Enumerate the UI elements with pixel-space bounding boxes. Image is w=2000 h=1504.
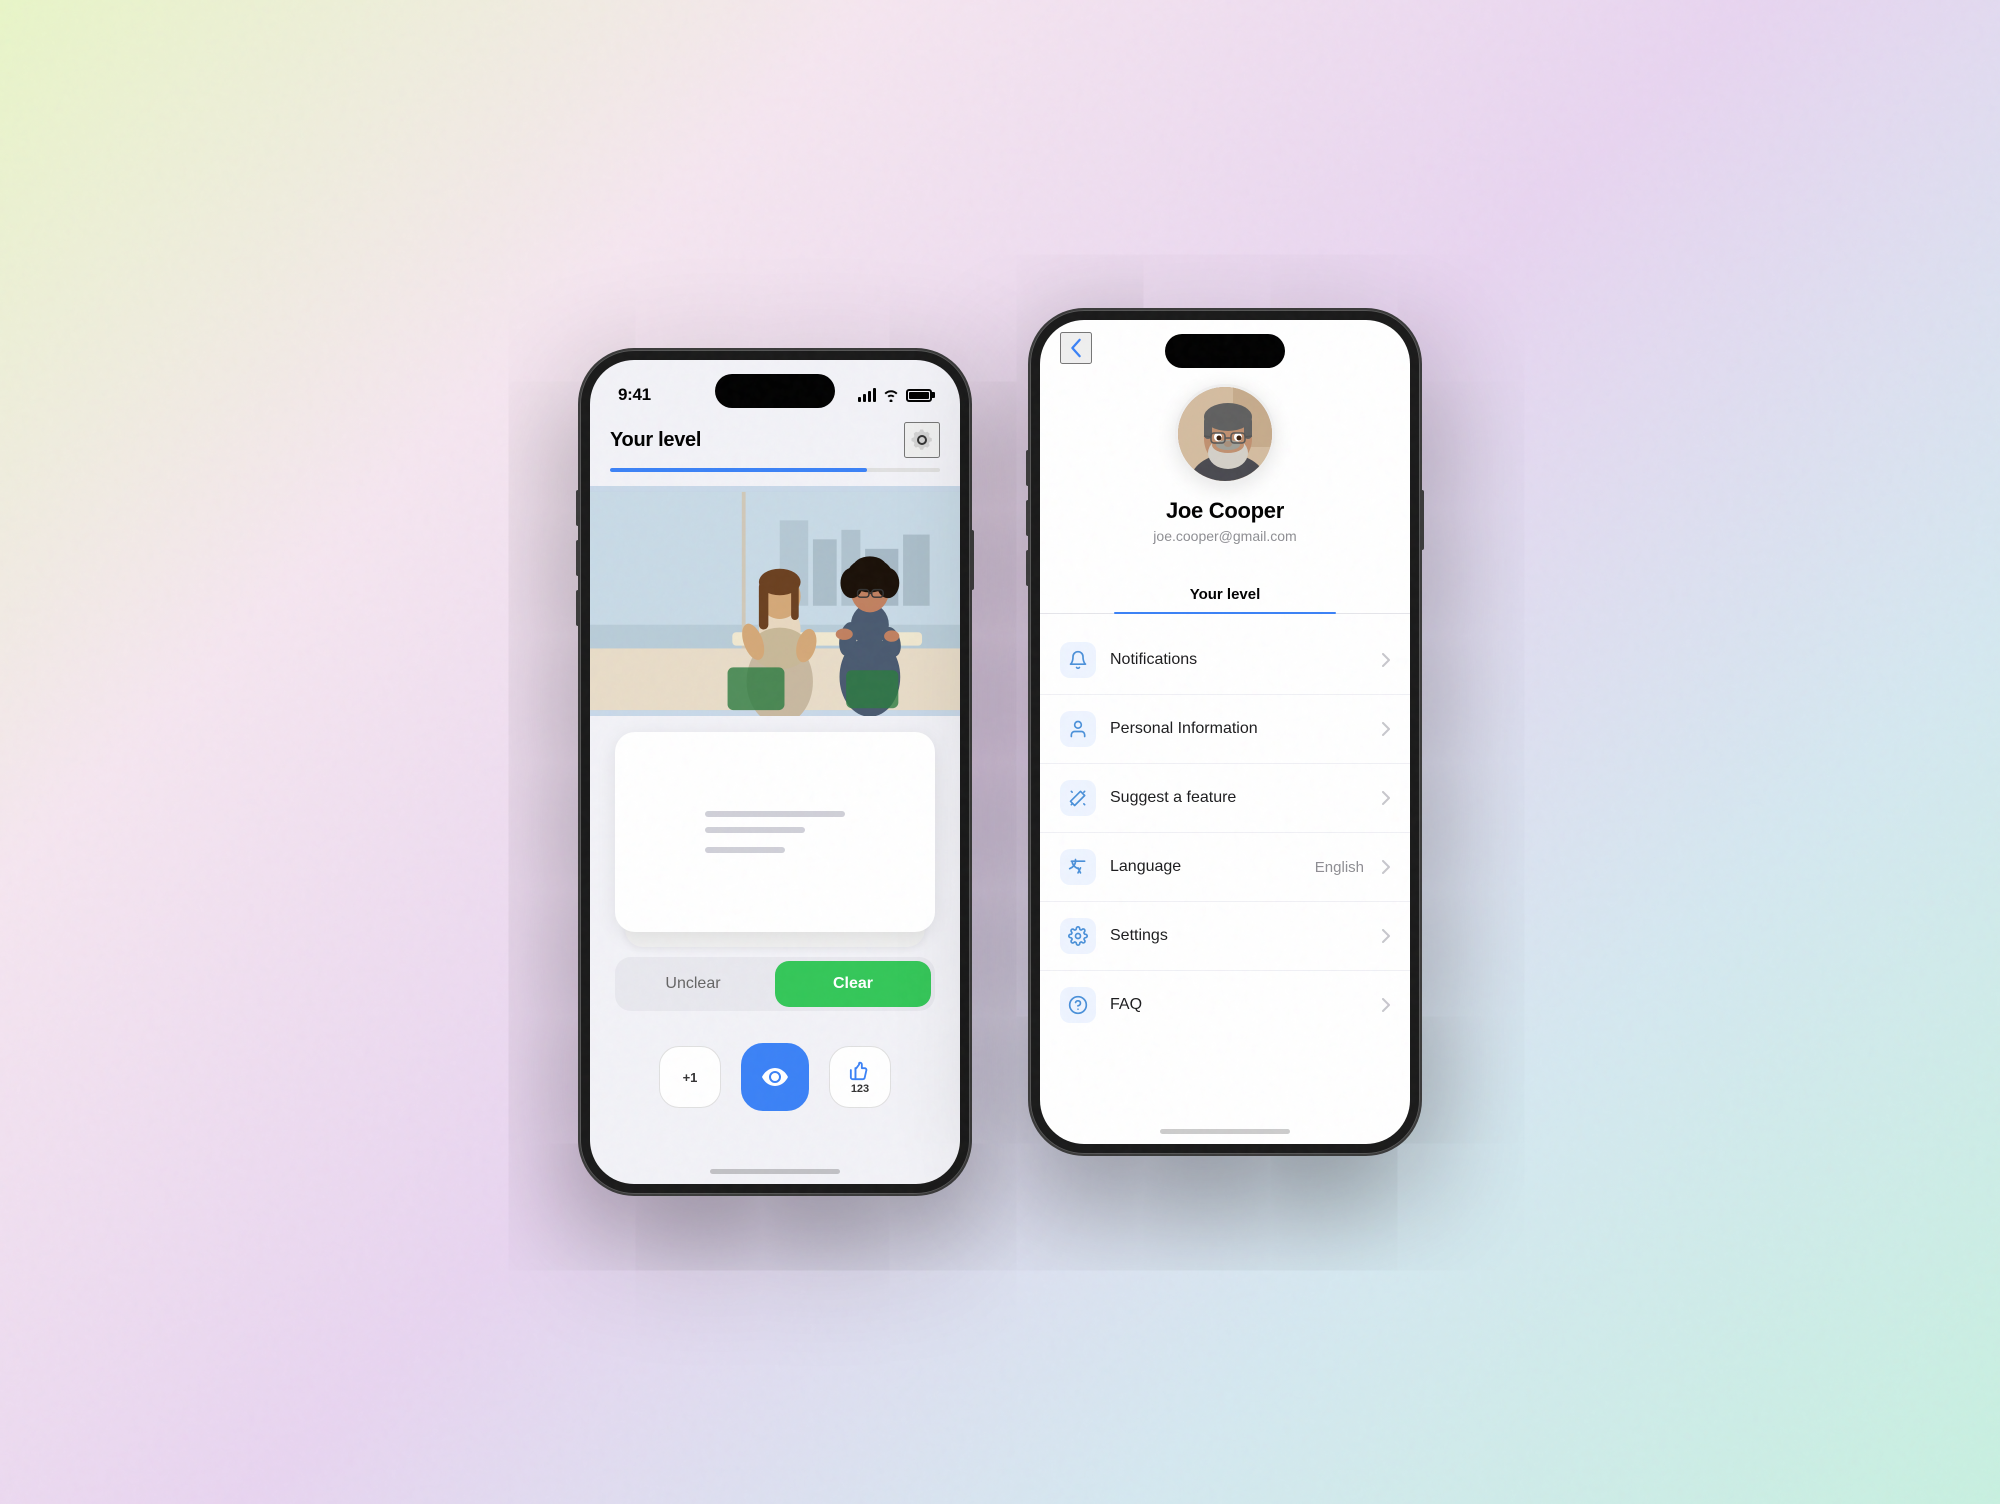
avatar-section: Joe Cooper joe.cooper@gmail.com [1040, 364, 1410, 560]
personal-info-icon-container [1060, 711, 1096, 747]
rating-row: Unclear Clear [615, 957, 935, 1011]
menu-list: Notifications Personal Information [1040, 614, 1410, 1051]
left-phone-screen: 9:41 Your level [590, 360, 960, 1184]
menu-item-language[interactable]: Language English [1040, 833, 1410, 902]
chevron-right-icon-2 [1382, 722, 1390, 736]
avatar-image [1178, 387, 1272, 481]
app-title: Your level [610, 429, 701, 452]
person-icon [1068, 719, 1088, 739]
menu-item-notifications[interactable]: Notifications [1040, 626, 1410, 695]
user-email: joe.cooper@gmail.com [1153, 528, 1296, 544]
chevron-right-icon-3 [1382, 791, 1390, 805]
language-label: Language [1110, 858, 1301, 876]
chevron-right-icon [1382, 653, 1390, 667]
bottom-actions: +1 123 [590, 1027, 960, 1141]
translate-icon [1068, 857, 1088, 877]
back-button[interactable] [1060, 332, 1092, 364]
flash-card-front[interactable] [615, 732, 935, 932]
chevron-right-icon-5 [1382, 929, 1390, 943]
right-phone-screen: Profile [1040, 320, 1410, 1144]
home-indicator [710, 1169, 840, 1174]
progress-bar-background [610, 468, 940, 472]
faq-label: FAQ [1110, 996, 1368, 1014]
personal-info-label: Personal Information [1110, 720, 1368, 738]
menu-item-settings[interactable]: Settings [1040, 902, 1410, 971]
card-content [705, 811, 845, 853]
bell-icon [1068, 650, 1088, 670]
lesson-photo [590, 486, 960, 716]
card-line-3 [705, 847, 785, 853]
like-button[interactable]: 123 [829, 1046, 891, 1108]
notifications-label: Notifications [1110, 651, 1368, 669]
flash-card-stack [615, 732, 935, 947]
chevron-right-icon-6 [1382, 998, 1390, 1012]
back-chevron-icon [1070, 338, 1082, 358]
wand-icon [1068, 788, 1088, 808]
user-name: Joe Cooper [1166, 498, 1284, 524]
lesson-scene-image [590, 486, 960, 716]
menu-item-personal-info[interactable]: Personal Information [1040, 695, 1410, 764]
unclear-button[interactable]: Unclear [615, 957, 771, 1011]
right-phone: Profile [1030, 310, 1420, 1154]
battery-icon [906, 389, 932, 402]
notifications-icon-container [1060, 642, 1096, 678]
clear-button[interactable]: Clear [775, 961, 931, 1007]
card-line-2 [705, 827, 805, 833]
language-value: English [1315, 859, 1364, 876]
thumbs-up-icon [849, 1059, 871, 1081]
chevron-right-icon-4 [1382, 860, 1390, 874]
settings-button[interactable] [904, 422, 940, 458]
person-circle-icon [1068, 995, 1088, 1015]
wifi-icon [882, 389, 900, 402]
status-time: 9:41 [618, 385, 651, 405]
suggest-feature-label: Suggest a feature [1110, 789, 1368, 807]
progress-bar-container [590, 468, 960, 472]
status-icons [858, 388, 932, 402]
eye-icon [762, 1068, 788, 1086]
faq-icon-container [1060, 987, 1096, 1023]
home-indicator-right [1160, 1129, 1290, 1134]
card-line-1 [705, 811, 845, 817]
dynamic-island-right [1165, 334, 1285, 368]
plus-one-button[interactable]: +1 [659, 1046, 721, 1108]
card-area: Unclear Clear [590, 716, 960, 1027]
menu-item-suggest-feature[interactable]: Suggest a feature [1040, 764, 1410, 833]
language-icon-container [1060, 849, 1096, 885]
profile-tab-bar: Your level [1040, 576, 1410, 614]
user-avatar [1175, 384, 1275, 484]
suggest-feature-icon-container [1060, 780, 1096, 816]
gear-icon-menu [1068, 926, 1088, 946]
like-count: 123 [851, 1083, 869, 1095]
settings-label: Settings [1110, 927, 1368, 945]
settings-icon-container [1060, 918, 1096, 954]
progress-bar-fill [610, 468, 867, 472]
dynamic-island [715, 374, 835, 408]
gear-icon [909, 427, 935, 453]
view-button[interactable] [741, 1043, 809, 1111]
signal-icon [858, 388, 876, 402]
app-header: Your level [590, 414, 960, 468]
tab-your-level[interactable]: Your level [1040, 576, 1410, 613]
plus-one-label: +1 [683, 1070, 698, 1085]
menu-item-faq[interactable]: FAQ [1040, 971, 1410, 1039]
left-phone: 9:41 Your level [580, 350, 970, 1194]
